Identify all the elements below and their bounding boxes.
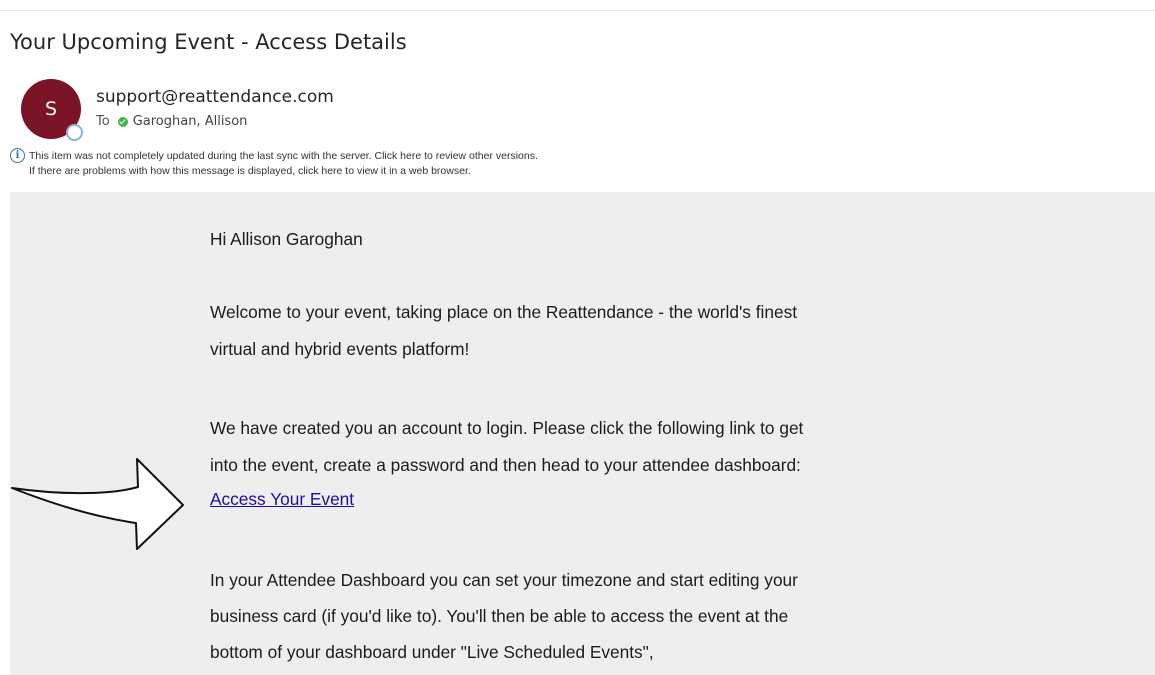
email-subject: Your Upcoming Event - Access Details: [10, 30, 407, 54]
dashboard-line-3: bottom of your dashboard under "Live Sch…: [210, 642, 654, 662]
welcome-line-2: virtual and hybrid events platform!: [210, 339, 470, 359]
sender-address[interactable]: support@reattendance.com: [96, 87, 334, 107]
account-line-2: into the event, create a password and th…: [210, 455, 801, 475]
right-arrow-icon: [11, 458, 184, 550]
info-icon: i: [10, 148, 25, 163]
header-divider: [0, 10, 1155, 11]
account-paragraph: We have created you an account to login.…: [210, 413, 930, 514]
dashboard-paragraph: In your Attendee Dashboard you can set y…: [210, 565, 930, 667]
welcome-line-1: Welcome to your event, taking place on t…: [210, 302, 798, 322]
recipient-name[interactable]: Garoghan, Allison: [133, 114, 248, 129]
dashboard-line-1: In your Attendee Dashboard you can set y…: [210, 570, 798, 590]
greeting: Hi Allison Garoghan: [210, 229, 363, 249]
available-status-icon: [117, 116, 128, 127]
dashboard-line-2: business card (if you'd like to). You'll…: [210, 606, 789, 626]
recipient-line: To Garoghan, Allison: [96, 114, 247, 129]
access-event-link[interactable]: Access Your Event: [210, 489, 354, 509]
sync-warning-message[interactable]: This item was not completely updated dur…: [29, 150, 538, 162]
to-label: To: [96, 114, 110, 129]
sender-avatar-container[interactable]: S: [21, 79, 83, 141]
welcome-paragraph: Welcome to your event, taking place on t…: [210, 297, 930, 364]
presence-icon: [66, 124, 83, 141]
web-browser-view-message[interactable]: If there are problems with how this mess…: [29, 165, 471, 177]
account-line-1: We have created you an account to login.…: [210, 418, 804, 438]
